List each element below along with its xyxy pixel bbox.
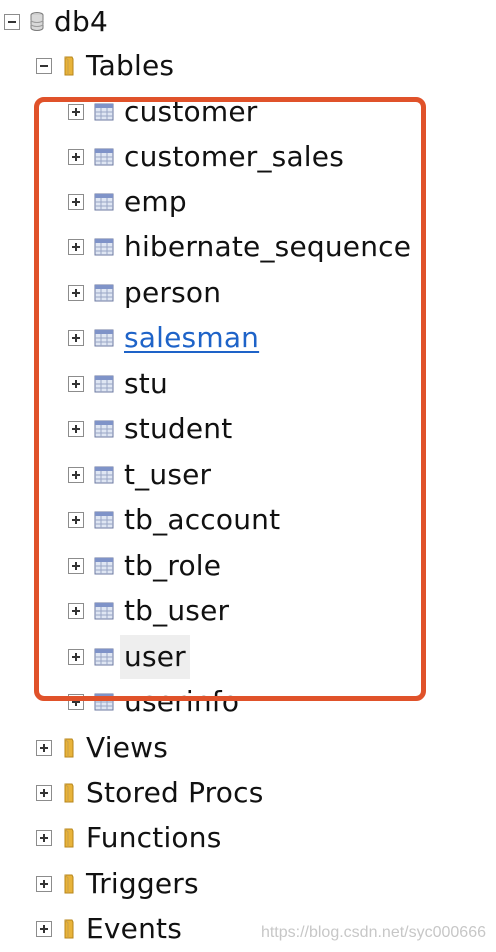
folder-icon <box>64 828 74 848</box>
table-item-person[interactable]: person <box>68 271 221 315</box>
expand-icon[interactable] <box>68 603 84 619</box>
table-icon <box>94 329 114 347</box>
expand-icon[interactable] <box>36 921 52 937</box>
table-label: userinfo <box>124 685 240 718</box>
tree-node-functions-folder[interactable]: Functions <box>36 816 221 860</box>
expand-icon[interactable] <box>36 876 52 892</box>
expand-icon[interactable] <box>68 149 84 165</box>
database-icon <box>30 12 44 31</box>
table-item-customer[interactable]: customer <box>68 90 257 134</box>
table-item-userinfo[interactable]: userinfo <box>68 680 239 724</box>
table-label: tb_account <box>124 503 281 536</box>
table-icon <box>94 375 114 393</box>
folder-icon <box>64 738 74 758</box>
table-icon <box>94 602 114 620</box>
table-icon <box>94 557 114 575</box>
watermark: https://blog.csdn.net/syc000666 <box>260 924 486 941</box>
table-item-tb-user[interactable]: tb_user <box>68 589 229 633</box>
table-label: t_user <box>124 458 212 491</box>
tree-node-events-folder[interactable]: Events <box>36 907 182 951</box>
expand-icon[interactable] <box>68 376 84 392</box>
expand-icon[interactable] <box>68 330 84 346</box>
table-label: hibernate_sequence <box>124 230 412 263</box>
tree-node-database[interactable]: db4 <box>4 0 108 44</box>
table-icon <box>94 648 114 666</box>
expand-icon[interactable] <box>36 740 52 756</box>
table-item-user[interactable]: user <box>68 635 190 679</box>
folder-label: Triggers <box>86 867 199 900</box>
folder-label: Stored Procs <box>86 776 264 809</box>
table-icon <box>94 284 114 302</box>
table-icon <box>94 693 114 711</box>
expand-icon[interactable] <box>68 285 84 301</box>
folder-label: Events <box>86 912 183 945</box>
table-item-tb-account[interactable]: tb_account <box>68 498 280 542</box>
tables-folder-label: Tables <box>86 49 175 82</box>
table-label: emp <box>124 185 187 218</box>
expand-icon[interactable] <box>68 694 84 710</box>
expand-icon[interactable] <box>68 239 84 255</box>
table-label: user <box>120 635 190 679</box>
expand-icon[interactable] <box>68 512 84 528</box>
folder-label: Views <box>86 731 169 764</box>
tree-node-stored-procs-folder[interactable]: Stored Procs <box>36 771 263 815</box>
database-label: db4 <box>54 5 108 38</box>
table-label: student <box>124 412 233 445</box>
table-icon <box>94 238 114 256</box>
table-item-tb-role[interactable]: tb_role <box>68 544 221 588</box>
table-label: tb_role <box>124 549 222 582</box>
table-label-link[interactable]: salesman <box>124 316 259 360</box>
table-label: customer <box>124 95 258 128</box>
tree-node-views-folder[interactable]: Views <box>36 726 168 770</box>
table-icon <box>94 193 114 211</box>
table-item-emp[interactable]: emp <box>68 180 187 224</box>
folder-icon <box>64 919 74 939</box>
tree-node-triggers-folder[interactable]: Triggers <box>36 862 199 906</box>
folder-icon <box>64 56 74 76</box>
collapse-icon[interactable] <box>36 58 52 74</box>
table-item-stu[interactable]: stu <box>68 362 168 406</box>
table-icon <box>94 148 114 166</box>
folder-icon <box>64 783 74 803</box>
expand-icon[interactable] <box>68 649 84 665</box>
table-icon <box>94 103 114 121</box>
expand-icon[interactable] <box>68 194 84 210</box>
table-item-customer-sales[interactable]: customer_sales <box>68 135 344 179</box>
expand-icon[interactable] <box>68 467 84 483</box>
expand-icon[interactable] <box>36 830 52 846</box>
table-label: customer_sales <box>124 140 344 173</box>
expand-icon[interactable] <box>68 558 84 574</box>
expand-icon[interactable] <box>68 421 84 437</box>
collapse-icon[interactable] <box>4 14 20 30</box>
table-label: stu <box>124 367 168 400</box>
table-item-t-user[interactable]: t_user <box>68 453 211 497</box>
folder-icon <box>64 874 74 894</box>
table-icon <box>94 466 114 484</box>
folder-label: Functions <box>86 821 222 854</box>
expand-icon[interactable] <box>68 104 84 120</box>
table-icon <box>94 420 114 438</box>
table-item-hibernate-sequence[interactable]: hibernate_sequence <box>68 225 411 269</box>
table-item-salesman[interactable]: salesman <box>68 316 259 360</box>
table-label: person <box>124 276 222 309</box>
table-label: tb_user <box>124 594 230 627</box>
expand-icon[interactable] <box>36 785 52 801</box>
table-icon <box>94 511 114 529</box>
tree-node-tables-folder[interactable]: Tables <box>36 44 174 88</box>
table-item-student[interactable]: student <box>68 407 232 451</box>
